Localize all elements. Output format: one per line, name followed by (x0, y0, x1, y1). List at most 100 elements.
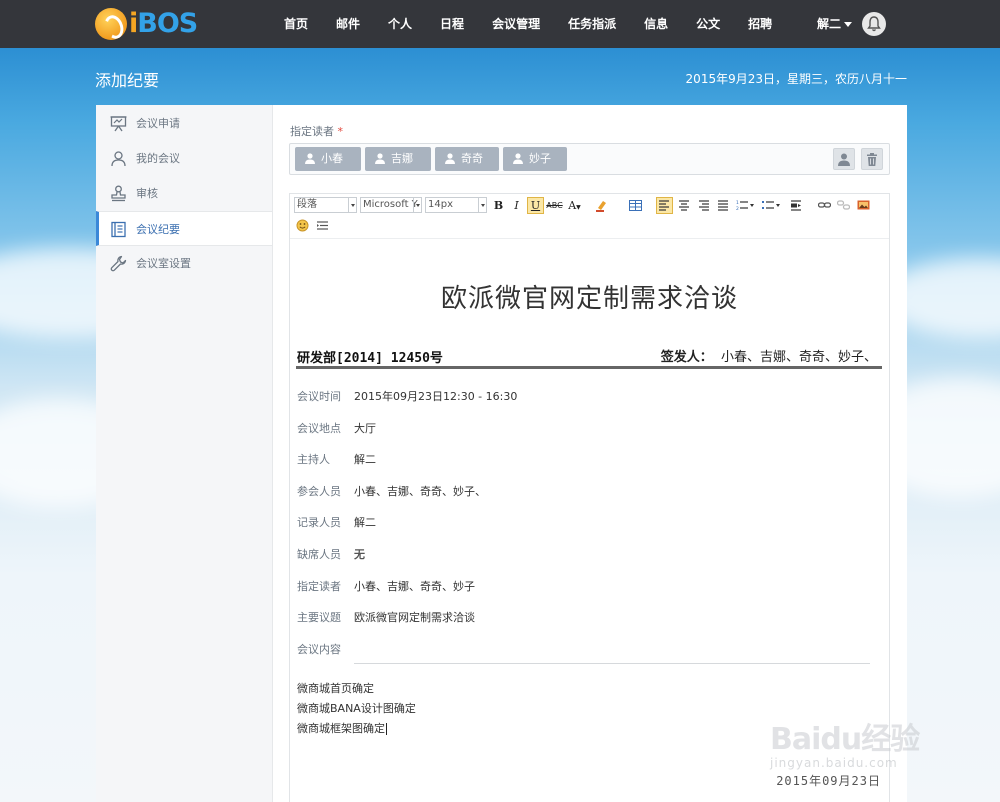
unlink-icon (837, 200, 850, 210)
reader-chip[interactable]: 小春 (295, 147, 361, 171)
field-row: 会议时间 2015年09月23日12:30 - 16:30 (297, 390, 518, 403)
field-row: 主持人 解二 (297, 453, 376, 466)
chevron-down-icon (413, 198, 421, 212)
nav-meeting[interactable]: 会议管理 (478, 0, 554, 48)
section-label: 会议内容 (297, 643, 341, 656)
indent-icon (791, 200, 801, 211)
align-left-icon (659, 200, 669, 211)
sidebar-item-minutes[interactable]: 会议纪要 (96, 211, 272, 246)
emoji-button[interactable] (294, 217, 311, 234)
italic-button[interactable]: I (508, 197, 525, 214)
ibos-logo[interactable]: iBOS (95, 7, 210, 41)
sidebar-item-label: 会议室设置 (136, 257, 191, 270)
watermark: Baidu经验 jingyan.baidu.com (770, 700, 950, 780)
unordered-list-button[interactable] (760, 197, 782, 214)
image-button[interactable] (855, 197, 872, 214)
reader-chip[interactable]: 奇奇 (435, 147, 499, 171)
link-button[interactable] (816, 197, 833, 214)
align-justify-button[interactable] (715, 197, 732, 214)
svg-text:1: 1 (736, 200, 739, 206)
notification-button[interactable] (862, 12, 886, 36)
font-family-select[interactable]: Microsoft Y (360, 197, 422, 213)
smiley-icon (296, 219, 309, 232)
sidebar-item-label: 会议纪要 (136, 223, 180, 236)
nav-mail[interactable]: 邮件 (322, 0, 374, 48)
content-line: 微商城BANA设计图确定 (297, 702, 416, 715)
paragraph-select[interactable]: 段落 (294, 197, 357, 213)
nav-calendar[interactable]: 日程 (426, 0, 478, 48)
user-icon (513, 153, 523, 164)
document-title: 欧派微官网定制需求洽谈 (440, 284, 738, 314)
watermark-logo: Baidu经验 (770, 722, 920, 757)
user-icon (445, 153, 455, 164)
editor-toolbar: 段落 Microsoft Y 14px B I U ABC A▼ 1 2 (290, 194, 889, 239)
font-size-select[interactable]: 14px (425, 197, 487, 213)
field-row: 记录人员 解二 (297, 516, 376, 529)
align-justify-icon (718, 200, 728, 211)
highlight-color-button[interactable] (593, 197, 610, 214)
template-button[interactable] (314, 217, 331, 234)
main-panel: 会议申请 我的会议 审核 会议纪要 会议室设置 指定读者 * 小春 吉娜 奇奇 … (96, 105, 907, 802)
sidebar: 会议申请 我的会议 审核 会议纪要 会议室设置 (96, 105, 273, 802)
align-right-icon (699, 200, 709, 211)
chevron-down-icon (478, 198, 486, 212)
readers-selector[interactable]: 小春 吉娜 奇奇 妙子 (289, 143, 890, 175)
select-user-button[interactable] (833, 148, 855, 170)
user-menu[interactable]: 解二 (817, 0, 853, 48)
nav-personal[interactable]: 个人 (374, 0, 426, 48)
watermark-url: jingyan.baidu.com (770, 756, 898, 770)
presentation-icon (110, 116, 127, 132)
align-right-button[interactable] (696, 197, 713, 214)
stamp-icon (111, 185, 126, 202)
readers-label: 指定读者 * (290, 125, 343, 138)
main-nav: 首页 邮件 个人 日程 会议管理 任务指派 信息 公文 招聘 (270, 0, 774, 48)
sidebar-item-my-meetings[interactable]: 我的会议 (96, 141, 272, 176)
nav-tasks[interactable]: 任务指派 (554, 0, 630, 48)
reader-chip[interactable]: 妙子 (503, 147, 567, 171)
user-icon (838, 153, 850, 166)
content-line: 微商城首页确定 (297, 682, 374, 695)
nav-home[interactable]: 首页 (270, 0, 322, 48)
align-left-button[interactable] (656, 197, 673, 214)
underline-button[interactable]: U (527, 197, 544, 214)
sidebar-item-meeting-apply[interactable]: 会议申请 (96, 106, 272, 141)
sidebar-item-label: 审核 (136, 187, 158, 200)
template-icon (317, 221, 328, 230)
ordered-list-button[interactable]: 12 (734, 197, 756, 214)
align-center-button[interactable] (676, 197, 693, 214)
nav-documents[interactable]: 公文 (682, 0, 734, 48)
field-row: 会议地点 大厅 (297, 422, 376, 435)
section-divider (354, 663, 870, 664)
table-button[interactable] (627, 197, 644, 214)
bold-button[interactable]: B (490, 197, 507, 214)
chevron-down-icon (348, 198, 356, 212)
field-row: 指定读者 小春、吉娜、奇奇、妙子 (297, 580, 475, 593)
sidebar-item-room-settings[interactable]: 会议室设置 (96, 246, 272, 281)
user-name: 解二 (817, 17, 842, 31)
document-code: 研发部[2014] 12450号 (297, 351, 443, 366)
wrench-icon (110, 255, 127, 272)
clear-readers-button[interactable] (861, 148, 883, 170)
strikethrough-button[interactable]: ABC (546, 197, 563, 214)
field-row: 主要议题 欧派微官网定制需求洽谈 (297, 611, 475, 624)
sidebar-item-review[interactable]: 审核 (96, 176, 272, 211)
field-row: 参会人员 小春、吉娜、奇奇、妙子、 (297, 485, 486, 498)
image-icon (857, 200, 870, 210)
nav-messages[interactable]: 信息 (630, 0, 682, 48)
indent-button[interactable] (788, 197, 805, 214)
content-line: 微商城框架图确定 (297, 722, 387, 735)
document-divider (296, 366, 882, 369)
sidebar-item-label: 会议申请 (136, 117, 180, 130)
ordered-list-icon: 12 (736, 200, 754, 211)
font-color-button[interactable]: A▼ (566, 197, 583, 214)
top-navbar: iBOS 首页 邮件 个人 日程 会议管理 任务指派 信息 公文 招聘 解二 (0, 0, 1000, 48)
unlink-button[interactable] (835, 197, 852, 214)
highlighter-icon (596, 201, 606, 212)
reader-chip[interactable]: 吉娜 (365, 147, 431, 171)
user-icon (375, 153, 385, 164)
document-issuer: 签发人： 小春、吉娜、奇奇、妙子、 (660, 350, 877, 365)
link-icon (818, 202, 831, 208)
nav-recruit[interactable]: 招聘 (734, 0, 774, 48)
bell-icon (867, 16, 881, 32)
sidebar-item-label: 我的会议 (136, 152, 180, 165)
